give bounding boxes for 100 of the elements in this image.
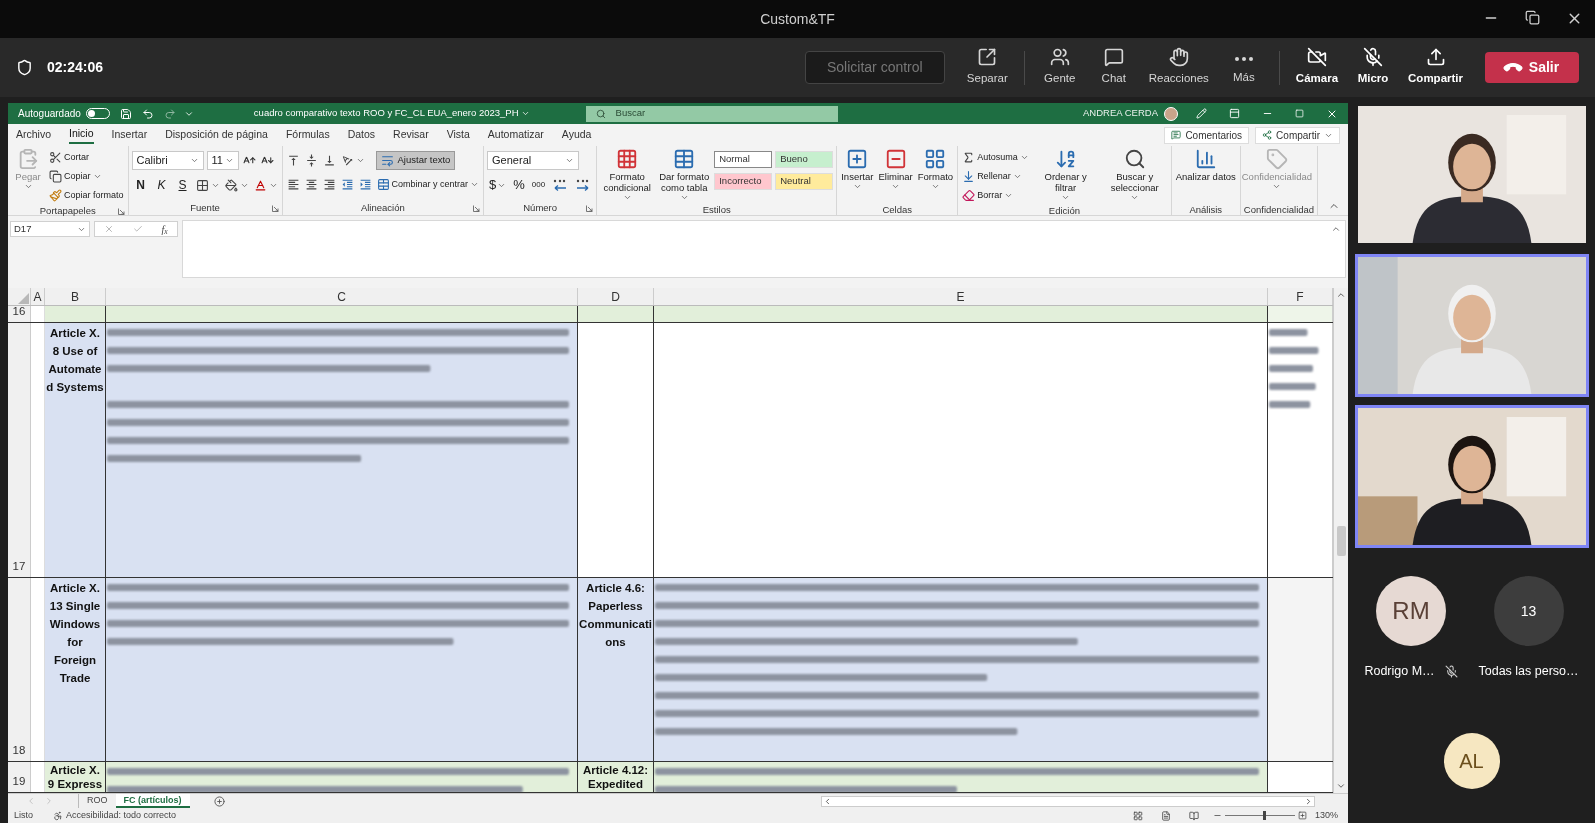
row-header[interactable]: 17 — [8, 323, 31, 577]
font-size-field[interactable]: 11 — [206, 151, 239, 170]
row-header[interactable]: 16 — [8, 306, 31, 322]
zoom-thumb[interactable] — [1263, 811, 1267, 820]
scroll-down-icon[interactable] — [1336, 781, 1346, 791]
ribbon-button[interactable]: Insertar — [840, 148, 875, 204]
share-button[interactable]: Compartir — [1255, 126, 1340, 144]
ribbon-tab[interactable]: Vista — [446, 126, 470, 144]
toolbar-button[interactable]: Más — [1216, 48, 1271, 87]
ribbon-button[interactable]: Copiar — [48, 167, 103, 186]
column-header[interactable]: A — [31, 288, 45, 305]
toolbar-button[interactable]: Gente — [1032, 47, 1087, 88]
restore-icon[interactable] — [1525, 10, 1540, 25]
toolbar-button[interactable]: Reacciones — [1140, 47, 1217, 88]
zoom-slider[interactable] — [1224, 811, 1295, 820]
column-header[interactable]: C — [106, 288, 578, 305]
underline-button[interactable]: S — [173, 175, 192, 195]
undo-icon[interactable] — [141, 107, 154, 120]
ribbon-tab[interactable]: Revisar — [393, 126, 429, 144]
currency-button[interactable]: $ — [487, 175, 509, 195]
avatar[interactable]: 13 — [1493, 576, 1564, 646]
toolbar-button[interactable]: Micro — [1346, 47, 1401, 88]
ribbon-button[interactable]: Rellenar — [961, 167, 1023, 186]
formula-field[interactable] — [182, 220, 1346, 278]
wrap-text-button[interactable]: Ajustar texto — [375, 151, 456, 170]
toolbar-button[interactable]: Chat — [1086, 47, 1141, 88]
scroll-thumb[interactable] — [1336, 526, 1346, 556]
sheet-tab[interactable]: FC (artículos) — [115, 794, 190, 808]
save-icon[interactable] — [119, 107, 132, 120]
ribbon-button[interactable]: Formato — [916, 148, 955, 204]
user-avatar[interactable] — [1164, 106, 1178, 121]
page-layout-icon[interactable] — [1160, 810, 1171, 821]
ribbon-tab[interactable]: Fórmulas — [285, 126, 330, 144]
cell-style[interactable]: Bueno — [775, 151, 834, 168]
ribbon-tab[interactable]: Datos — [347, 126, 376, 144]
leave-button[interactable]: Salir — [1485, 52, 1579, 83]
hand-icon — [1168, 47, 1189, 68]
column-header[interactable]: B — [45, 288, 106, 305]
vertical-scrollbar[interactable] — [1333, 288, 1348, 793]
font-field[interactable]: Calibri — [131, 151, 204, 170]
scroll-up-icon[interactable] — [1336, 290, 1346, 300]
collapse-icon[interactable] — [1331, 224, 1341, 234]
name-box[interactable]: D17 — [10, 221, 90, 237]
avatar[interactable]: RM — [1376, 576, 1446, 646]
ribbon-tab[interactable]: Ayuda — [561, 126, 592, 144]
align-top-icon — [286, 154, 300, 167]
ribbon-button[interactable]: Analizar datos — [1174, 148, 1237, 204]
ribbon-button[interactable]: Borrar — [961, 186, 1015, 205]
ribbon-button[interactable]: Formato condicional — [600, 148, 655, 204]
add-sheet-icon[interactable] — [213, 795, 225, 807]
column-header[interactable]: D — [578, 288, 654, 305]
column-header[interactable]: E — [654, 288, 1268, 305]
comments-button[interactable]: Comentarios — [1164, 126, 1250, 144]
ribbon-button[interactable]: Ordenar y filtrar — [1032, 148, 1099, 204]
toolbar-button[interactable]: Cámara — [1287, 47, 1347, 88]
ribbon-button[interactable]: Eliminar — [877, 148, 914, 204]
ribbon-button[interactable]: Combinar y centrar — [375, 175, 481, 194]
dialog-launcher-icon[interactable] — [473, 205, 481, 212]
cell-style[interactable]: Incorrecto — [714, 173, 773, 190]
number-format-field[interactable]: General — [487, 151, 580, 170]
ribbon-tab[interactable]: Archivo — [16, 126, 51, 144]
search-field[interactable]: Buscar — [585, 105, 838, 122]
ribbon-button[interactable]: Buscar y seleccionar — [1101, 148, 1168, 204]
bold-button[interactable]: N — [131, 175, 150, 195]
ribbon-tab[interactable]: Inicio — [69, 126, 94, 144]
request-control-button[interactable]: Solicitar control — [804, 51, 945, 84]
ribbon-tab[interactable]: Automatizar — [487, 126, 544, 144]
italic-button[interactable]: K — [152, 175, 171, 195]
file-name[interactable]: cuadro comparativo texto ROO y FC_CL EUA_enero 2023_PH — [253, 106, 519, 121]
insert-function-button[interactable]: f$_{x}$ — [161, 221, 168, 237]
horizontal-scrollbar[interactable] — [820, 795, 1315, 807]
ribbon-tab[interactable]: Insertar — [111, 126, 148, 144]
row-header[interactable]: 18 — [8, 578, 31, 761]
sheet-tab[interactable]: ROO — [79, 794, 116, 808]
row-header[interactable]: 19 — [8, 762, 31, 792]
cell-style[interactable]: Normal — [714, 151, 773, 168]
caret-icon — [470, 180, 480, 189]
toolbar-button[interactable]: Compartir — [1400, 47, 1471, 88]
thousands-button[interactable]: 000 — [529, 175, 548, 195]
zoom-level[interactable]: 130% — [1314, 808, 1338, 823]
pen-icon[interactable] — [1196, 108, 1207, 119]
dialog-launcher-icon[interactable] — [117, 208, 125, 215]
page-break-icon[interactable] — [1188, 810, 1199, 821]
cell-style[interactable]: Neutral — [775, 173, 834, 190]
indent-increase-icon — [358, 178, 372, 191]
accessibility-status[interactable]: Accesibilidad: todo correcto — [66, 808, 177, 823]
dialog-launcher-icon[interactable] — [271, 205, 279, 212]
maximize-icon[interactable] — [1295, 109, 1304, 118]
ribbon-display-icon[interactable] — [1229, 108, 1240, 119]
ribbon-button[interactable]: Cortar — [48, 148, 90, 167]
normal-view-icon[interactable] — [1132, 810, 1143, 821]
ribbon-button[interactable]: Autosuma — [961, 148, 1030, 167]
ribbon-tab[interactable]: Disposición de página — [165, 126, 268, 144]
avatar[interactable]: AL — [1443, 732, 1500, 789]
ribbon-button[interactable]: Dar formato como tabla — [657, 148, 712, 204]
toolbar-button[interactable]: Separar — [958, 47, 1016, 88]
dialog-launcher-icon[interactable] — [586, 205, 594, 212]
percent-button[interactable]: % — [511, 175, 527, 195]
zoom-in-icon[interactable] — [1297, 811, 1307, 820]
ribbon-button[interactable]: Copiar formato — [48, 186, 125, 205]
